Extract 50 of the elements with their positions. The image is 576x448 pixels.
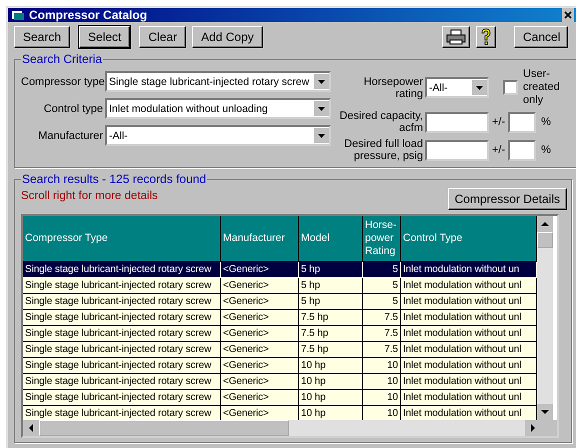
- printer-icon: [446, 29, 466, 45]
- vertical-scrollbar[interactable]: [537, 216, 553, 420]
- dropdown[interactable]: Inlet modulation without unloading: [105, 98, 331, 119]
- tolerance-label: +/-: [492, 144, 506, 156]
- toolbar-button[interactable]: Clear: [139, 26, 186, 48]
- scrollbar-thumb[interactable]: [537, 232, 553, 248]
- table-row[interactable]: Single stage lubricant-injected rotary screw <Generic> 10 hp 10 Inlet modulation without unl: [23, 358, 537, 374]
- horizontal-scrollbar[interactable]: [23, 420, 557, 436]
- dropdown[interactable]: -All-: [425, 77, 489, 98]
- table-row[interactable]: Single stage lubricant-injected rotary screw <Generic> 10 hp 10 Inlet modulation without unl: [23, 390, 537, 406]
- table-row[interactable]: Single stage lubricant-injected rotary screw <Generic> 7.5 hp 7.5 Inlet modulation without unl: [23, 342, 537, 358]
- toolbar-button[interactable]: Add Copy: [192, 26, 263, 48]
- details-button[interactable]: Compressor Details: [448, 188, 567, 210]
- table-row[interactable]: Single stage lubricant-injected rotary screw <Generic> 5 hp 5 Inlet modulation without unl: [23, 294, 537, 310]
- input-field[interactable]: [425, 112, 489, 132]
- table-row[interactable]: Single stage lubricant-injected rotary screw <Generic> 7.5 hp 7.5 Inlet modulation without unl: [23, 310, 537, 326]
- tolerance-label: +/-: [492, 116, 506, 128]
- table-row[interactable]: Single stage lubricant-injected rotary screw <Generic> 10 hp 10 Inlet modulation without unl: [23, 374, 537, 390]
- close-icon[interactable]: [562, 8, 574, 22]
- scrollbar-thumb[interactable]: [39, 420, 289, 436]
- table-row[interactable]: Single stage lubricant-injected rotary screw <Generic> 7.5 hp 7.5 Inlet modulation without unl: [23, 326, 537, 342]
- window-title: Compressor Catalog: [29, 8, 148, 22]
- toolbar-button[interactable]: Search: [14, 26, 70, 48]
- dropdown[interactable]: Single stage lubricant-injected rotary screw: [105, 71, 331, 92]
- toolbar-button[interactable]: Select: [79, 26, 130, 48]
- table-row[interactable]: Single stage lubricant-injected rotary screw <Generic> 10 hp 10 Inlet modulation without unl: [23, 406, 537, 420]
- group-title: Search Criteria: [21, 52, 104, 66]
- cancel-button[interactable]: Cancel: [514, 26, 568, 48]
- field-label: Horsepower rating: [362, 74, 423, 100]
- window-icon: [11, 9, 25, 21]
- checkbox-label: User-created only: [523, 68, 561, 107]
- field-label: Desired full load pressure, psig: [343, 137, 423, 163]
- question-mark-icon: [480, 28, 492, 46]
- field-label: Desired capacity, acfm: [338, 109, 423, 135]
- unit-label: %: [541, 116, 551, 128]
- field-label: Compressor type: [21, 76, 103, 88]
- table-row[interactable]: Single stage lubricant-injected rotary screw <Generic> 5 hp 5 Inlet modulation without unl: [23, 278, 537, 294]
- input-field[interactable]: [508, 112, 536, 132]
- field-label: Control type: [42, 102, 103, 114]
- unit-label: %: [541, 144, 551, 156]
- hint-text: Scroll right for more details: [21, 190, 158, 202]
- dropdown[interactable]: -All-: [105, 125, 331, 146]
- help-button[interactable]: [476, 26, 496, 48]
- input-field[interactable]: [508, 140, 536, 160]
- field-label: Manufacturer: [37, 130, 103, 142]
- table-row[interactable]: Single stage lubricant-injected rotary screw <Generic> 5 hp 5 Inlet modulation without un: [23, 262, 537, 278]
- checkbox[interactable]: [503, 80, 518, 95]
- input-field[interactable]: [425, 140, 489, 160]
- print-button[interactable]: [442, 26, 470, 48]
- group-title: Search results - 125 records found: [21, 172, 208, 186]
